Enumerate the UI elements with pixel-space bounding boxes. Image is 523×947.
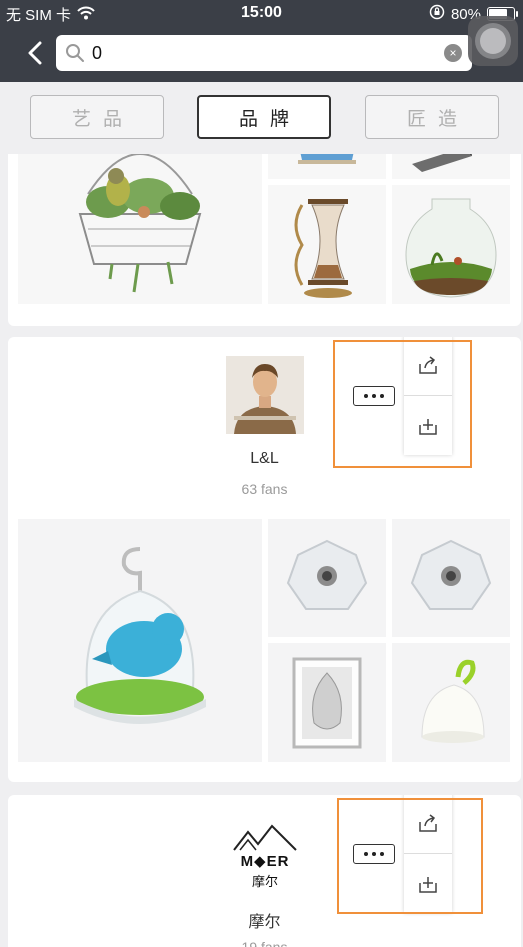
product-image[interactable]: [392, 643, 510, 762]
action-popover: [404, 795, 452, 913]
category-tabs: 艺品 品牌 匠造: [0, 82, 523, 154]
back-chevron-icon: [28, 41, 42, 65]
bird-lamp-image: [18, 519, 262, 762]
tab-craft[interactable]: 匠造: [365, 95, 499, 139]
share-icon: [419, 814, 437, 832]
frame-image: [392, 154, 510, 179]
brand-card-ll: L&L 63 fans: [8, 337, 521, 782]
action-popover: [404, 337, 452, 455]
tab-brand[interactable]: 品牌: [197, 95, 331, 139]
product-image[interactable]: [392, 519, 510, 637]
brand-avatar[interactable]: [226, 356, 304, 434]
bell-lamp-image: [392, 643, 510, 762]
more-options-button[interactable]: [353, 386, 395, 406]
status-bar: 无 SIM 卡 15:00 80%: [0, 0, 523, 26]
follow-button[interactable]: [404, 396, 452, 456]
brand-avatar[interactable]: M◆ER 摩尔: [226, 814, 304, 892]
sensor-light-image: [268, 519, 386, 637]
logo-wordmark: M◆ER: [240, 853, 290, 870]
product-image[interactable]: [268, 154, 386, 179]
search-icon: [65, 43, 85, 68]
brand-card: [8, 154, 521, 326]
brand-list: L&L 63 fans M◆ER 摩尔 摩尔 19 fans: [0, 154, 523, 947]
top-bar: 无 SIM 卡 15:00 80% 0 ×: [0, 0, 523, 82]
more-options-button[interactable]: [353, 844, 395, 864]
add-icon: [419, 877, 437, 893]
product-image[interactable]: [392, 185, 510, 304]
product-image[interactable]: [18, 519, 262, 762]
share-icon: [419, 356, 437, 374]
product-image[interactable]: [268, 185, 386, 304]
share-button[interactable]: [404, 337, 452, 395]
product-image[interactable]: [392, 154, 510, 179]
follow-button[interactable]: [404, 854, 452, 914]
back-button[interactable]: [20, 38, 50, 68]
fans-count: 63 fans: [241, 481, 288, 497]
product-image[interactable]: [268, 643, 386, 762]
sensor-light-image: [392, 519, 510, 637]
person-photo: [226, 356, 304, 434]
blue-bowl-image: [268, 154, 386, 179]
orientation-lock-icon: [429, 4, 445, 24]
share-button[interactable]: [404, 795, 452, 853]
hourglass-image: [268, 185, 386, 304]
clear-search-button[interactable]: ×: [444, 44, 462, 62]
terrarium-image: [392, 185, 510, 304]
tab-art[interactable]: 艺品: [30, 95, 164, 139]
fans-count: 19 fans: [241, 939, 288, 947]
logo-subtitle: 摩尔: [251, 874, 278, 889]
search-input[interactable]: [92, 35, 432, 71]
product-image[interactable]: [268, 519, 386, 637]
add-icon: [419, 419, 437, 435]
product-image[interactable]: [18, 154, 262, 304]
paper-frame-image: [268, 643, 386, 762]
plant-basket-image: [18, 154, 262, 304]
assistive-touch-button[interactable]: [468, 16, 518, 66]
search-bar: ×: [56, 35, 472, 71]
brand-card-moer: M◆ER 摩尔 摩尔 19 fans: [8, 795, 521, 947]
